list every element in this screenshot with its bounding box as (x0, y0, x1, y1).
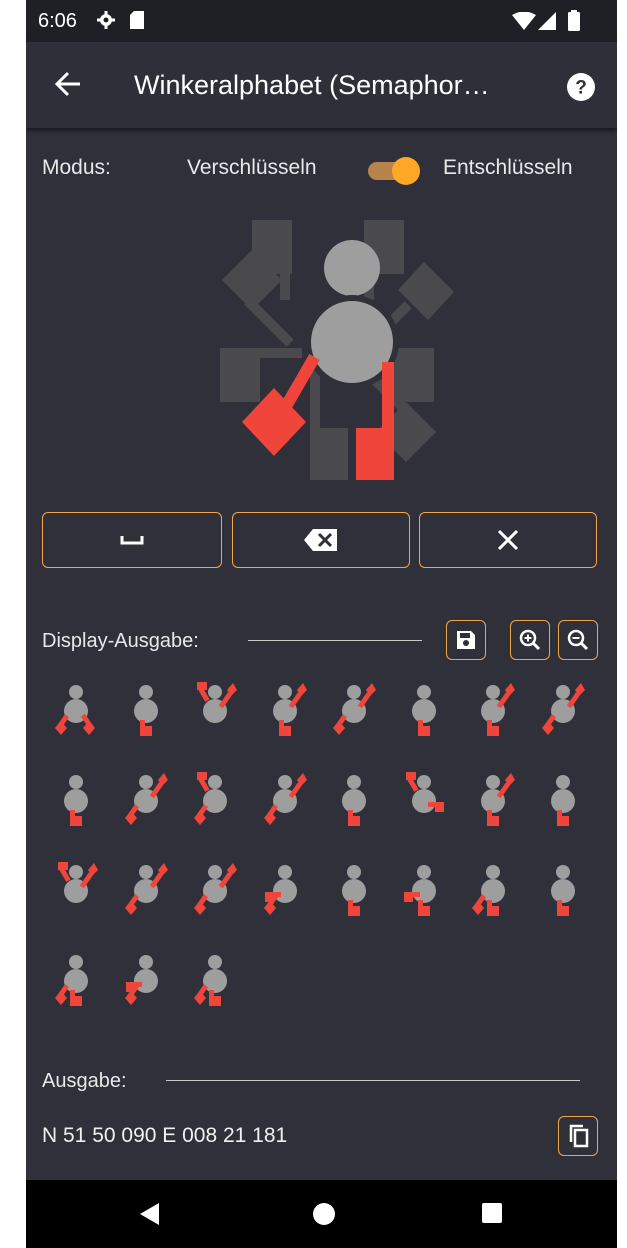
semaphore-symbol (124, 955, 158, 1005)
zoom-out-icon (567, 629, 589, 651)
home-circle-icon[interactable] (312, 1202, 336, 1231)
semaphore-symbol (263, 773, 307, 825)
semaphore-symbol (194, 772, 227, 825)
semaphore-symbol (197, 682, 237, 723)
space-bar-icon (120, 536, 144, 545)
semaphore-symbol (481, 683, 515, 736)
wifi-icon (512, 11, 536, 35)
status-time: 6:06 (38, 10, 77, 32)
backspace-icon (304, 529, 337, 551)
semaphore-symbol (64, 775, 88, 826)
zoom-in-icon (519, 629, 541, 651)
mode-decrypt-label[interactable]: Entschlüsseln (443, 156, 573, 180)
navigation-bar (26, 1180, 617, 1248)
semaphore-symbol (133, 685, 158, 736)
semaphore-symbol (481, 773, 515, 826)
copy-button[interactable] (558, 1116, 598, 1156)
output-divider (166, 1080, 580, 1081)
mode-toggle[interactable] (368, 156, 420, 185)
semaphore-symbol (58, 862, 98, 903)
copy-icon (569, 1124, 589, 1148)
semaphore-symbol (472, 865, 505, 916)
output-label: Ausgabe: (42, 1070, 127, 1092)
save-icon (457, 631, 475, 649)
semaphore-symbol (550, 775, 575, 826)
backspace-button[interactable] (232, 512, 410, 568)
app-bar: Winkeralphabet (Semaphor… ? (26, 42, 617, 128)
settings-icon (96, 10, 116, 35)
signal-icon (538, 12, 556, 35)
semaphore-symbol (263, 865, 297, 915)
svg-text:?: ? (575, 78, 587, 99)
semaphore-symbol (342, 865, 366, 916)
semaphore-symbol (403, 865, 436, 916)
close-icon (497, 529, 519, 551)
semaphore-symbol (550, 865, 575, 916)
space-button[interactable] (42, 512, 222, 568)
semaphore-symbol (55, 955, 88, 1006)
semaphore-symbol (194, 863, 237, 915)
display-label: Display-Ausgabe: (42, 630, 199, 652)
semaphore-symbol (272, 683, 307, 736)
status-bar: 6:06 (26, 0, 617, 42)
display-divider (248, 640, 422, 641)
semaphore-symbol (541, 683, 585, 735)
mode-label: Modus: (42, 156, 111, 179)
semaphore-symbol (194, 955, 227, 1006)
zoom-out-button[interactable] (558, 620, 598, 660)
semaphore-symbol (124, 863, 168, 915)
zoom-in-button[interactable] (510, 620, 550, 660)
save-button[interactable] (446, 620, 486, 660)
back-triangle-icon[interactable] (139, 1202, 161, 1231)
toggle-thumb (392, 157, 420, 185)
clear-button[interactable] (419, 512, 597, 568)
semaphore-symbol (124, 773, 168, 825)
semaphore-symbol (55, 685, 95, 735)
arrow-left-icon[interactable] (54, 71, 82, 102)
semaphore-symbol (411, 685, 436, 736)
output-value: N 51 50 090 E 008 21 181 (42, 1124, 288, 1147)
page-title: Winkeralphabet (Semaphor… (134, 70, 490, 100)
semaphore-symbol (405, 772, 444, 813)
help-circle-icon[interactable]: ? (566, 72, 596, 107)
battery-icon (568, 10, 580, 36)
semaphore-figure[interactable] (192, 212, 462, 484)
recents-square-icon[interactable] (481, 1202, 503, 1229)
phone-screen: 6:06 Winkeralphabet (Semaphor… ? Modus: … (26, 0, 617, 1248)
semaphore-symbol (333, 683, 376, 735)
mode-encrypt-label[interactable]: Verschlüsseln (187, 156, 317, 180)
semaphore-symbol (342, 775, 366, 826)
sd-card-icon (129, 10, 145, 35)
